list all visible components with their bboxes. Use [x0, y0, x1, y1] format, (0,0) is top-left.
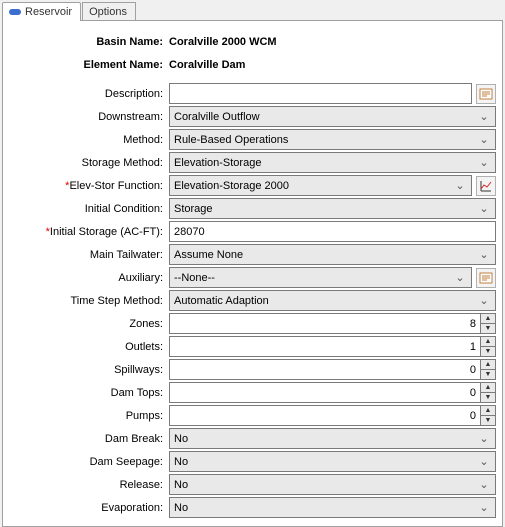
- chevron-down-icon: ⌄: [477, 202, 491, 215]
- storage-method-label: Storage Method:: [9, 157, 169, 169]
- tab-reservoir[interactable]: Reservoir: [2, 2, 81, 21]
- spin-down-icon[interactable]: ▼: [481, 415, 495, 425]
- evaporation-value: No: [174, 502, 188, 514]
- method-value: Rule-Based Operations: [174, 134, 288, 146]
- evaporation-label: Evaporation:: [9, 502, 169, 514]
- dam-tops-spinner[interactable]: ▲▼: [169, 382, 496, 403]
- spin-up-icon[interactable]: ▲: [481, 383, 495, 392]
- elev-stor-function-value: Elevation-Storage 2000: [174, 180, 289, 192]
- chevron-down-icon: ⌄: [453, 179, 467, 192]
- tab-bar: Reservoir Options: [0, 0, 505, 21]
- spin-down-icon[interactable]: ▼: [481, 323, 495, 333]
- initial-condition-combo[interactable]: Storage ⌄: [169, 198, 496, 219]
- storage-method-combo[interactable]: Elevation-Storage ⌄: [169, 152, 496, 173]
- auxiliary-label: Auxiliary:: [9, 272, 169, 284]
- pumps-input[interactable]: [170, 406, 480, 425]
- chevron-down-icon: ⌄: [477, 156, 491, 169]
- chevron-down-icon: ⌄: [453, 271, 467, 284]
- initial-condition-value: Storage: [174, 203, 213, 215]
- spin-up-icon[interactable]: ▲: [481, 360, 495, 369]
- downstream-label: Downstream:: [9, 111, 169, 123]
- chevron-down-icon: ⌄: [477, 248, 491, 261]
- outlets-input[interactable]: [170, 337, 480, 356]
- spillways-input[interactable]: [170, 360, 480, 379]
- note-icon: [479, 87, 493, 101]
- spin-up-icon[interactable]: ▲: [481, 406, 495, 415]
- element-name-label: Element Name:: [9, 59, 169, 71]
- note-icon: [479, 271, 493, 285]
- tab-options[interactable]: Options: [82, 2, 136, 21]
- release-combo[interactable]: No ⌄: [169, 474, 496, 495]
- spin-up-icon[interactable]: ▲: [481, 337, 495, 346]
- elev-stor-plot-button[interactable]: [476, 176, 496, 196]
- time-step-method-combo[interactable]: Automatic Adaption ⌄: [169, 290, 496, 311]
- outlets-spinner[interactable]: ▲▼: [169, 336, 496, 357]
- initial-storage-label: *Initial Storage (AC-FT):: [9, 226, 169, 238]
- spin-down-icon[interactable]: ▼: [481, 392, 495, 402]
- spin-down-icon[interactable]: ▼: [481, 346, 495, 356]
- dam-seepage-value: No: [174, 456, 188, 468]
- tab-reservoir-label: Reservoir: [25, 6, 72, 18]
- dam-tops-label: Dam Tops:: [9, 387, 169, 399]
- spillways-spinner[interactable]: ▲▼: [169, 359, 496, 380]
- dam-tops-input[interactable]: [170, 383, 480, 402]
- release-label: Release:: [9, 479, 169, 491]
- chevron-down-icon: ⌄: [477, 133, 491, 146]
- dam-seepage-combo[interactable]: No ⌄: [169, 451, 496, 472]
- outlets-label: Outlets:: [9, 341, 169, 353]
- spin-up-icon[interactable]: ▲: [481, 314, 495, 323]
- auxiliary-combo[interactable]: --None-- ⌄: [169, 267, 472, 288]
- elev-stor-function-label: *Elev-Stor Function:: [9, 180, 169, 192]
- evaporation-combo[interactable]: No ⌄: [169, 497, 496, 518]
- time-step-method-label: Time Step Method:: [9, 295, 169, 307]
- reservoir-panel: Basin Name: Coralville 2000 WCM Element …: [2, 20, 503, 527]
- zones-input[interactable]: [170, 314, 480, 333]
- method-label: Method:: [9, 134, 169, 146]
- description-input[interactable]: [169, 83, 472, 104]
- element-name-value: Coralville Dam: [169, 59, 496, 71]
- time-step-method-value: Automatic Adaption: [174, 295, 269, 307]
- chevron-down-icon: ⌄: [477, 432, 491, 445]
- spillways-label: Spillways:: [9, 364, 169, 376]
- auxiliary-edit-button[interactable]: [476, 268, 496, 288]
- zones-label: Zones:: [9, 318, 169, 330]
- dam-seepage-label: Dam Seepage:: [9, 456, 169, 468]
- chevron-down-icon: ⌄: [477, 455, 491, 468]
- auxiliary-value: --None--: [174, 272, 215, 284]
- description-label: Description:: [9, 88, 169, 100]
- main-tailwater-value: Assume None: [174, 249, 243, 261]
- storage-method-value: Elevation-Storage: [174, 157, 261, 169]
- downstream-combo[interactable]: Coralville Outflow ⌄: [169, 106, 496, 127]
- pumps-label: Pumps:: [9, 410, 169, 422]
- chevron-down-icon: ⌄: [477, 501, 491, 514]
- initial-storage-input[interactable]: [169, 221, 496, 242]
- main-tailwater-combo[interactable]: Assume None ⌄: [169, 244, 496, 265]
- chevron-down-icon: ⌄: [477, 294, 491, 307]
- plot-icon: [479, 179, 493, 193]
- dam-break-combo[interactable]: No ⌄: [169, 428, 496, 449]
- release-value: No: [174, 479, 188, 491]
- description-expand-button[interactable]: [476, 84, 496, 104]
- basin-name-value: Coralville 2000 WCM: [169, 36, 496, 48]
- basin-name-label: Basin Name:: [9, 36, 169, 48]
- dam-break-label: Dam Break:: [9, 433, 169, 445]
- tab-options-label: Options: [89, 6, 127, 18]
- chevron-down-icon: ⌄: [477, 478, 491, 491]
- elev-stor-function-combo[interactable]: Elevation-Storage 2000 ⌄: [169, 175, 472, 196]
- chevron-down-icon: ⌄: [477, 110, 491, 123]
- reservoir-icon: [9, 6, 21, 18]
- spin-down-icon[interactable]: ▼: [481, 369, 495, 379]
- downstream-value: Coralville Outflow: [174, 111, 260, 123]
- main-tailwater-label: Main Tailwater:: [9, 249, 169, 261]
- dam-break-value: No: [174, 433, 188, 445]
- initial-condition-label: Initial Condition:: [9, 203, 169, 215]
- method-combo[interactable]: Rule-Based Operations ⌄: [169, 129, 496, 150]
- pumps-spinner[interactable]: ▲▼: [169, 405, 496, 426]
- zones-spinner[interactable]: ▲▼: [169, 313, 496, 334]
